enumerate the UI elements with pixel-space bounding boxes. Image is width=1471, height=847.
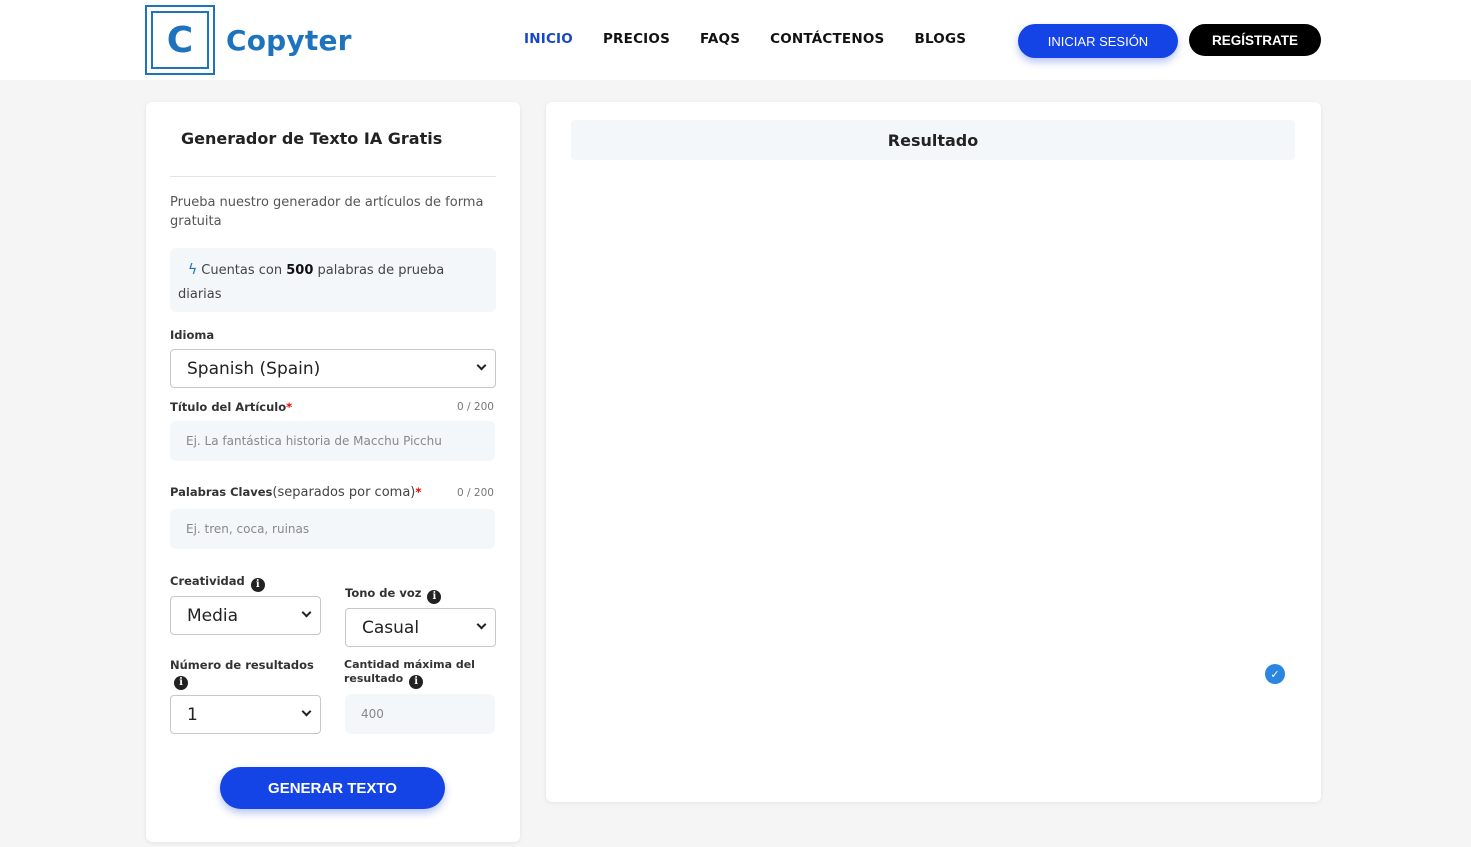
creativity-select[interactable]: Media [170,596,321,635]
generator-form-card: Generador de Texto IA Gratis Prueba nues… [146,102,520,842]
results-label: Número de resultados i [170,658,314,690]
tone-label: Tono de voz i [345,586,442,604]
chevron-down-icon [301,706,312,717]
info-prefix: Cuentas con [201,263,283,278]
info-icon[interactable]: i [250,578,265,592]
chevron-down-icon [476,619,487,630]
max-length-label: Cantidad máxima del resultado i [344,658,475,689]
keywords-input[interactable]: Ej. tren, coca, ruinas [170,509,495,549]
info-icon[interactable]: i [409,675,424,689]
tone-select[interactable]: Casual [345,608,496,647]
creativity-label: Creatividad i [170,574,265,592]
results-label-text: Número de resultados [170,658,314,672]
daily-words-info: ϟ Cuentas con 500 palabras de prueba diar… [170,248,496,312]
logo[interactable]: C Copyter [145,5,352,75]
max-length-input[interactable]: 400 [345,694,495,734]
divider [170,176,496,177]
title-label-text: Título del Artículo [170,400,287,414]
title-input[interactable]: Ej. La fantástica historia de Macchu Pic… [170,421,495,461]
tone-label-text: Tono de voz [345,586,422,600]
max-label-line1: Cantidad máxima del [344,658,475,671]
result-card: Resultado ✓ [546,102,1321,802]
info-icon[interactable]: i [174,676,188,690]
logo-letter: C [151,11,209,69]
login-button[interactable]: INICIAR SESIÓN [1018,24,1178,58]
main-nav: INICIO PRECIOS FAQS CONTÁCTENOS BLOGS [524,31,996,47]
results-select[interactable]: 1 [170,695,321,734]
language-label: Idioma [170,328,215,342]
chevron-down-icon [476,360,487,371]
register-button[interactable]: REGÍSTRATE [1189,24,1321,56]
lightning-icon: ϟ [188,262,198,278]
results-value: 1 [187,704,198,725]
result-title: Resultado [571,120,1295,160]
form-description: Prueba nuestro generador de artículos de… [170,195,484,229]
form-title: Generador de Texto IA Gratis [181,129,443,148]
creativity-label-text: Creatividad [170,574,245,588]
generate-text-button[interactable]: GENERAR TEXTO [220,767,445,809]
site-header: C Copyter INICIO PRECIOS FAQS CONTÁCTENO… [0,0,1471,80]
nav-faqs[interactable]: FAQS [700,31,740,47]
info-icon[interactable]: i [427,590,442,604]
check-circle-icon[interactable]: ✓ [1265,664,1285,684]
info-count: 500 [286,263,314,278]
keywords-hint: (separados por coma) [272,485,416,500]
nav-inicio[interactable]: INICIO [524,31,573,47]
keywords-counter: 0 / 200 [457,487,494,499]
logo-mark: C [145,5,215,75]
chevron-down-icon [301,607,312,618]
brand-name: Copyter [226,23,352,57]
nav-blogs[interactable]: BLOGS [914,31,966,47]
title-label: Título del Artículo* [170,400,292,414]
title-counter: 0 / 200 [457,401,494,413]
nav-contactenos[interactable]: CONTÁCTENOS [770,31,884,47]
creativity-value: Media [187,605,239,626]
language-select[interactable]: Spanish (Spain) [170,349,496,388]
max-label-line2: resultado [344,672,404,685]
nav-precios[interactable]: PRECIOS [603,31,670,47]
required-mark: * [415,485,422,499]
keywords-label: Palabras Claves(separados por coma)* [170,485,421,500]
keywords-label-text: Palabras Claves [170,485,273,499]
required-mark: * [286,400,293,414]
tone-value: Casual [362,617,420,638]
language-value: Spanish (Spain) [187,358,321,379]
